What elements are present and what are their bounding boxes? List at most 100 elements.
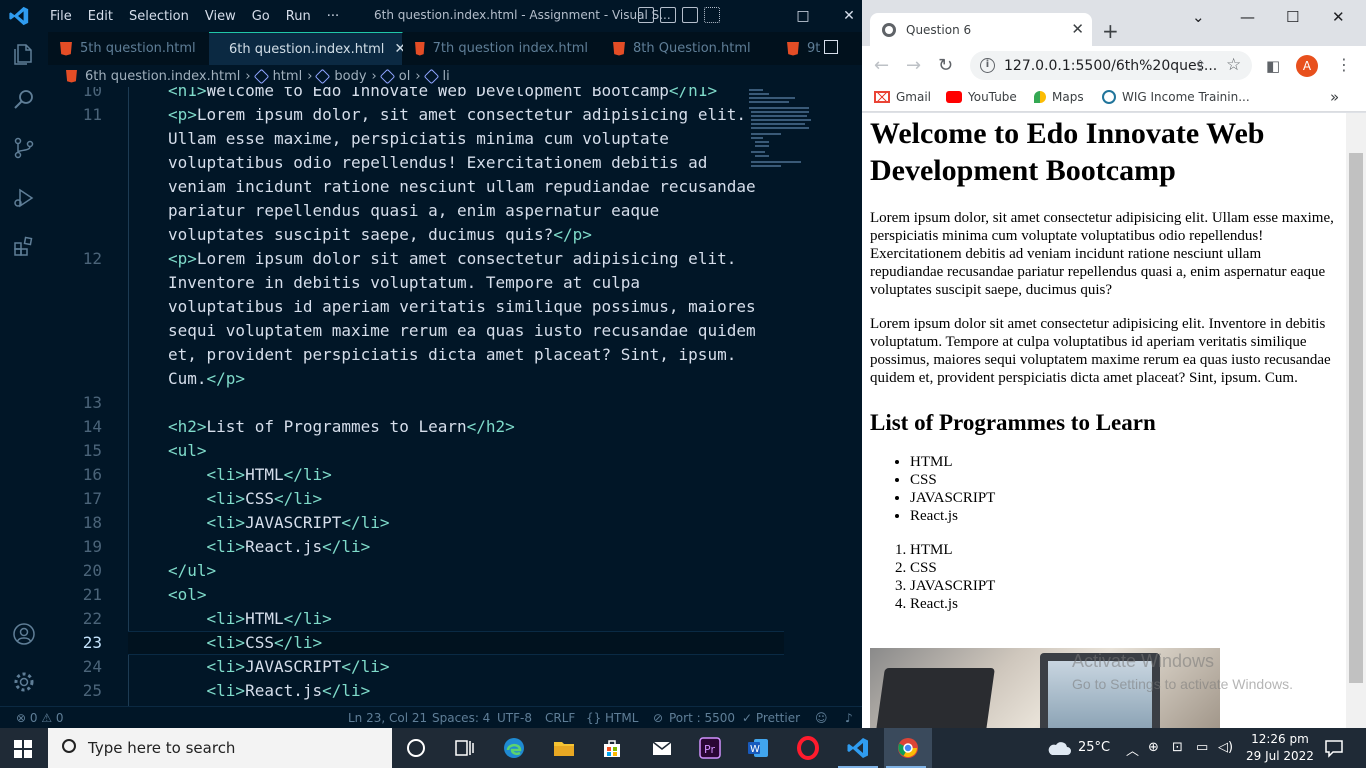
chrome-menu-kebab-icon[interactable]: ⋮ bbox=[1336, 55, 1352, 74]
code-line[interactable]: voluptatibus id aperiam veritatis simili… bbox=[48, 295, 788, 319]
language-mode[interactable]: HTML bbox=[605, 711, 638, 725]
settings-gear-icon[interactable] bbox=[12, 670, 36, 694]
show-hidden-icons-chevron-up-icon[interactable]: ︿ bbox=[1126, 740, 1139, 759]
code-line[interactable]: 15 <ul> bbox=[48, 439, 788, 463]
taskbar-search-box[interactable]: Type here to search bbox=[48, 728, 392, 768]
chrome-close-button[interactable]: ✕ bbox=[1332, 8, 1345, 26]
more-bookmarks-chevron-icon[interactable]: » bbox=[1330, 88, 1339, 106]
explorer-icon[interactable] bbox=[12, 42, 36, 66]
toggle-sidebar-icon[interactable] bbox=[638, 7, 654, 23]
breadcrumb-body[interactable]: body bbox=[315, 68, 367, 84]
prettier-status[interactable]: ✓ Prettier bbox=[742, 711, 800, 725]
code-line[interactable]: Cum.</p> bbox=[48, 367, 788, 391]
system-clock[interactable]: 12:26 pm 29 Jul 2022 bbox=[1246, 731, 1314, 765]
weather-temperature[interactable]: 25°C bbox=[1078, 740, 1110, 755]
code-line[interactable]: pariatur repellendus quasi a, enim asper… bbox=[48, 199, 788, 223]
accounts-icon[interactable] bbox=[12, 622, 36, 646]
code-line[interactable]: 24 <li>JAVASCRIPT</li> bbox=[48, 655, 788, 679]
bookmark-youtube[interactable]: YouTube bbox=[946, 90, 1017, 104]
bookmark-wig-income[interactable]: WIG Income Trainin... bbox=[1102, 90, 1250, 104]
customize-layout-icon[interactable] bbox=[704, 7, 720, 23]
tab-search-chevron-down-icon[interactable]: ⌄ bbox=[1192, 8, 1205, 26]
run-debug-icon[interactable] bbox=[12, 186, 36, 210]
profile-avatar[interactable]: A bbox=[1296, 55, 1318, 77]
menu-run[interactable]: Run bbox=[278, 9, 319, 24]
split-editor-icon[interactable] bbox=[824, 40, 838, 54]
live-server-port[interactable]: Port : 5500 bbox=[669, 711, 735, 725]
code-line[interactable]: 16 <li>HTML</li> bbox=[48, 463, 788, 487]
vscode-taskbar-icon[interactable] bbox=[846, 736, 870, 760]
menu-edit[interactable]: Edit bbox=[80, 9, 121, 24]
premiere-pro-icon[interactable]: Pr bbox=[698, 736, 722, 760]
code-line[interactable]: 11 <p>Lorem ipsum dolor, sit amet consect… bbox=[48, 103, 788, 127]
browser-tab-question-6[interactable]: Question 6 ✕ bbox=[870, 13, 1092, 46]
edge-browser-icon[interactable] bbox=[502, 736, 526, 760]
chrome-minimize-button[interactable]: — bbox=[1240, 8, 1255, 26]
code-line[interactable]: veniam incidunt ratione nesciunt ullam r… bbox=[48, 175, 788, 199]
close-tab-icon[interactable]: ✕ bbox=[1071, 20, 1084, 38]
menu-more[interactable]: ··· bbox=[319, 9, 347, 24]
vscode-minimize-button[interactable]: □ bbox=[780, 0, 826, 32]
word-icon[interactable]: W bbox=[746, 736, 770, 760]
file-explorer-icon[interactable] bbox=[552, 736, 576, 760]
notification-center-icon[interactable] bbox=[1322, 736, 1346, 760]
breadcrumb-li[interactable]: li bbox=[423, 68, 450, 84]
feedback-icon[interactable]: ☺ bbox=[815, 711, 828, 725]
code-line[interactable]: 21 <ol> bbox=[48, 583, 788, 607]
menu-selection[interactable]: Selection bbox=[121, 9, 197, 24]
side-panel-icon[interactable]: ◧ bbox=[1266, 57, 1280, 75]
opera-icon[interactable] bbox=[796, 736, 820, 760]
bookmark-gmail[interactable]: Gmail bbox=[874, 90, 931, 104]
new-tab-button[interactable]: + bbox=[1102, 19, 1119, 43]
tab-7th-question[interactable]: 7th question index.html bbox=[403, 32, 601, 65]
battery-icon[interactable]: ▭ bbox=[1196, 740, 1208, 755]
forward-arrow-icon[interactable]: → bbox=[906, 55, 921, 76]
tab-8th-question[interactable]: 8th Question.html bbox=[601, 32, 775, 65]
minimap[interactable] bbox=[745, 87, 815, 207]
bookmark-star-icon[interactable]: ☆ bbox=[1226, 55, 1241, 75]
code-line[interactable]: 12 <p>Lorem ipsum dolor sit amet consecte… bbox=[48, 247, 788, 271]
code-line[interactable]: 25 <li>React.js</li> bbox=[48, 679, 788, 703]
weather-cloud-icon[interactable] bbox=[1046, 738, 1072, 758]
chrome-maximize-button[interactable]: ☐ bbox=[1286, 8, 1299, 26]
code-line[interactable]: et, provident perspiciatis dicta amet pl… bbox=[48, 343, 788, 367]
code-line[interactable]: sequi voluptatem maxime rerum ea quas iu… bbox=[48, 319, 788, 343]
code-line[interactable]: 18 <li>JAVASCRIPT</li> bbox=[48, 511, 788, 535]
cortana-circle-icon[interactable] bbox=[404, 736, 428, 760]
code-line[interactable]: voluptates suscipit saepe, ducimus quis?… bbox=[48, 223, 788, 247]
code-line[interactable]: 23 <li>CSS</li> bbox=[48, 631, 788, 655]
toggle-secondary-sidebar-icon[interactable] bbox=[682, 7, 698, 23]
search-icon[interactable] bbox=[12, 88, 36, 112]
code-line[interactable]: Ullam esse maxime, perspiciatis minima c… bbox=[48, 127, 788, 151]
address-bar[interactable]: i 127.0.0.1:5500/6th%20ques... bbox=[970, 51, 1252, 80]
volume-speaker-icon[interactable]: ◁) bbox=[1218, 740, 1233, 755]
code-editor[interactable]: 10 <h1>Welcome to Edo Innovate Web Develo… bbox=[48, 87, 862, 706]
breadcrumb-ol[interactable]: ol bbox=[379, 68, 410, 84]
code-line[interactable]: 19 <li>React.js</li> bbox=[48, 535, 788, 559]
toggle-panel-icon[interactable] bbox=[660, 7, 676, 23]
eol-status[interactable]: CRLF bbox=[545, 711, 575, 725]
reload-icon[interactable]: ↻ bbox=[938, 55, 953, 76]
code-line[interactable]: 22 <li>HTML</li> bbox=[48, 607, 788, 631]
code-line[interactable]: 14 <h2>List of Programmes to Learn</h2> bbox=[48, 415, 788, 439]
microsoft-store-icon[interactable] bbox=[600, 736, 624, 760]
chrome-taskbar-icon[interactable] bbox=[896, 736, 920, 760]
back-arrow-icon[interactable]: ← bbox=[874, 55, 889, 76]
code-line[interactable]: 10 <h1>Welcome to Edo Innovate Web Develo… bbox=[48, 87, 788, 103]
breadcrumb-file[interactable]: 6th question.index.html bbox=[66, 69, 240, 84]
extensions-icon[interactable] bbox=[12, 234, 36, 258]
tab-5th-question[interactable]: 5th question.html bbox=[48, 32, 209, 65]
windows-start-icon[interactable] bbox=[14, 740, 32, 758]
menu-file[interactable]: File bbox=[42, 9, 80, 24]
mail-icon[interactable] bbox=[650, 736, 674, 760]
share-icon[interactable]: ⇪ bbox=[1194, 57, 1207, 75]
menu-view[interactable]: View bbox=[197, 9, 244, 24]
code-line[interactable]: 13 bbox=[48, 391, 788, 415]
source-control-icon[interactable] bbox=[12, 136, 36, 160]
notifications-bell-icon[interactable]: ♪ bbox=[845, 711, 853, 725]
indentation-status[interactable]: Spaces: 4 bbox=[432, 711, 490, 725]
cursor-position[interactable]: Ln 23, Col 21 bbox=[348, 711, 427, 725]
code-line[interactable]: 17 <li>CSS</li> bbox=[48, 487, 788, 511]
language-globe-icon[interactable]: ⊕ bbox=[1148, 740, 1159, 755]
scrollbar-thumb[interactable] bbox=[1349, 153, 1363, 683]
